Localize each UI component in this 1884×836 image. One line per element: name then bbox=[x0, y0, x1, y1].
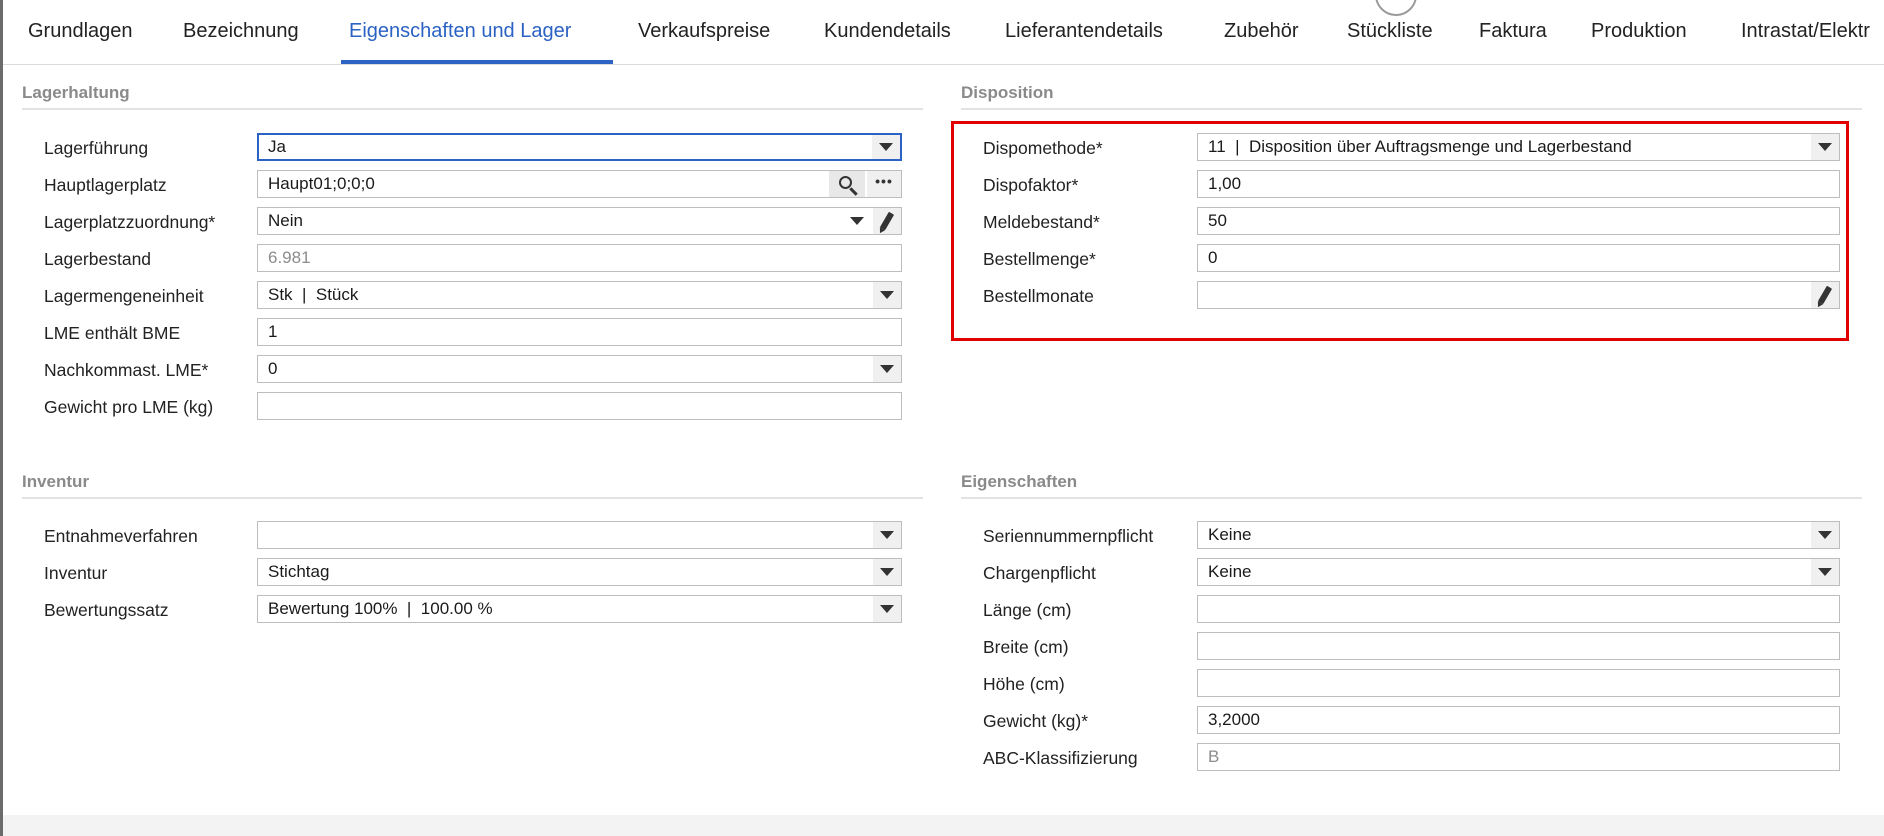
lagerplatzzuordnung-value: Nein bbox=[268, 211, 303, 230]
tab-lieferantendetails[interactable]: Lieferantendetails bbox=[1005, 20, 1163, 43]
lagerfuehrung-dropdown-button[interactable] bbox=[872, 135, 900, 159]
lagerfuehrung-select[interactable]: Ja bbox=[257, 133, 902, 161]
section-title-inventur: Inventur bbox=[22, 472, 90, 491]
breite-input[interactable] bbox=[1197, 632, 1840, 660]
abc-klassifizierung-field: B bbox=[1197, 743, 1840, 771]
lagerfuehrung-value: Ja bbox=[268, 137, 286, 156]
gewicht-pro-lme-input[interactable] bbox=[257, 392, 902, 420]
hoehe-input[interactable] bbox=[1197, 669, 1840, 697]
chargenpflicht-dropdown-button[interactable] bbox=[1811, 559, 1839, 585]
label-bewertungssatz: Bewertungssatz bbox=[44, 600, 169, 620]
label-lagerfuehrung: Lagerführung bbox=[44, 138, 149, 158]
section-rule bbox=[961, 108, 1862, 110]
chevron-down-icon bbox=[879, 143, 893, 151]
lme-enthaelt-bme-input[interactable]: 1 bbox=[257, 318, 902, 346]
label-lme-enthaelt-bme: LME enthält BME bbox=[44, 323, 181, 343]
nachkommast-lme-select[interactable]: 0 bbox=[257, 355, 902, 383]
section-rule bbox=[22, 497, 923, 499]
tab-produktion[interactable]: Produktion bbox=[1591, 20, 1687, 43]
bewertungssatz-select[interactable]: Bewertung 100% | 100.00 % bbox=[257, 595, 902, 623]
search-icon bbox=[838, 175, 852, 189]
chevron-down-icon bbox=[1818, 568, 1832, 576]
label-lagerbestand: Lagerbestand bbox=[44, 249, 152, 269]
nachkommast-lme-dropdown-button[interactable] bbox=[873, 356, 901, 382]
highlight-box bbox=[951, 121, 1849, 341]
pencil-icon bbox=[879, 211, 895, 231]
abc-klassifizierung-value: B bbox=[1208, 747, 1220, 766]
section-title-lagerhaltung: Lagerhaltung bbox=[22, 83, 130, 102]
chevron-down-icon bbox=[880, 605, 894, 613]
chargenpflicht-value: Keine bbox=[1208, 562, 1252, 581]
lagerbestand-field: 6.981 bbox=[257, 244, 902, 272]
window-frame-left bbox=[0, 0, 3, 836]
lagerplatzzuordnung-edit-button[interactable] bbox=[873, 208, 901, 234]
label-seriennummernpflicht: Seriennummernpflicht bbox=[983, 526, 1154, 546]
label-laenge: Länge (cm) bbox=[983, 600, 1072, 620]
gewicht-input[interactable]: 3,2000 bbox=[1197, 706, 1840, 734]
more-dots-icon: ••• bbox=[875, 173, 893, 189]
lagermengeneinheit-dropdown-button[interactable] bbox=[873, 282, 901, 308]
seriennummernpflicht-select[interactable]: Keine bbox=[1197, 521, 1840, 549]
tab-eigenschaften-und-lager[interactable]: Eigenschaften und Lager bbox=[349, 20, 571, 43]
laenge-input[interactable] bbox=[1197, 595, 1840, 623]
label-entnahmeverfahren: Entnahmeverfahren bbox=[44, 526, 198, 546]
gewicht-value: 3,2000 bbox=[1208, 710, 1260, 729]
tab-kundendetails[interactable]: Kundendetails bbox=[824, 20, 951, 43]
seriennummernpflicht-value: Keine bbox=[1208, 525, 1252, 544]
label-hoehe: Höhe (cm) bbox=[983, 674, 1065, 694]
inventur-select[interactable]: Stichtag bbox=[257, 558, 902, 586]
chevron-down-icon bbox=[880, 365, 894, 373]
label-breite: Breite (cm) bbox=[983, 637, 1069, 657]
tab-verkaufspreise[interactable]: Verkaufspreise bbox=[638, 20, 770, 43]
inventur-dropdown-button[interactable] bbox=[873, 559, 901, 585]
hauptlagerplatz-value: Haupt01;0;0;0 bbox=[268, 174, 375, 193]
tab-grundlagen[interactable]: Grundlagen bbox=[28, 20, 133, 43]
chevron-down-icon bbox=[880, 291, 894, 299]
tab-bezeichnung[interactable]: Bezeichnung bbox=[183, 20, 299, 43]
label-chargenpflicht: Chargenpflicht bbox=[983, 563, 1096, 583]
label-gewicht: Gewicht (kg)* bbox=[983, 711, 1089, 731]
lagerplatzzuordnung-dropdown-button[interactable] bbox=[843, 208, 871, 234]
label-hauptlagerplatz: Hauptlagerplatz bbox=[44, 175, 167, 195]
footer-bar bbox=[3, 815, 1884, 836]
section-title-eigenschaften: Eigenschaften bbox=[961, 472, 1078, 491]
search-button[interactable] bbox=[829, 171, 865, 197]
tab-faktura[interactable]: Faktura bbox=[1479, 20, 1547, 43]
hauptlagerplatz-field[interactable]: Haupt01;0;0;0 ••• bbox=[257, 170, 902, 198]
lagerbestand-value: 6.981 bbox=[268, 248, 311, 267]
entnahmeverfahren-dropdown-button[interactable] bbox=[873, 522, 901, 548]
chevron-down-icon bbox=[1818, 531, 1832, 539]
section-rule bbox=[961, 497, 1862, 499]
tab-stueckliste[interactable]: Stückliste bbox=[1347, 20, 1433, 43]
label-lagerplatzzuordnung: Lagerplatzzuordnung* bbox=[44, 212, 216, 232]
tab-bar: Grundlagen Bezeichnung Eigenschaften und… bbox=[6, 0, 1884, 64]
inventur-value: Stichtag bbox=[268, 562, 330, 581]
more-button[interactable]: ••• bbox=[867, 171, 901, 197]
section-rule bbox=[22, 108, 923, 110]
label-inventur: Inventur bbox=[44, 563, 108, 583]
tab-intrastat[interactable]: Intrastat/Elektr bbox=[1741, 20, 1870, 43]
section-title-disposition: Disposition bbox=[961, 83, 1054, 102]
bewertungssatz-dropdown-button[interactable] bbox=[873, 596, 901, 622]
lagermengeneinheit-value: Stk | Stück bbox=[268, 285, 359, 304]
label-nachkommast-lme: Nachkommast. LME* bbox=[44, 360, 209, 380]
label-abc-klassifizierung: ABC-Klassifizierung bbox=[983, 748, 1138, 768]
lme-enthaelt-bme-value: 1 bbox=[268, 322, 278, 341]
chevron-down-icon bbox=[880, 568, 894, 576]
lagermengeneinheit-select[interactable]: Stk | Stück bbox=[257, 281, 902, 309]
chevron-down-icon bbox=[850, 217, 864, 225]
lagerplatzzuordnung-select[interactable]: Nein bbox=[257, 207, 902, 235]
bewertungssatz-value: Bewertung 100% | 100.00 % bbox=[268, 599, 493, 618]
tab-zubehoer[interactable]: Zubehör bbox=[1224, 20, 1299, 43]
chargenpflicht-select[interactable]: Keine bbox=[1197, 558, 1840, 586]
seriennummernpflicht-dropdown-button[interactable] bbox=[1811, 522, 1839, 548]
label-gewicht-pro-lme: Gewicht pro LME (kg) bbox=[44, 397, 214, 417]
nachkommast-lme-value: 0 bbox=[268, 359, 278, 378]
entnahmeverfahren-select[interactable] bbox=[257, 521, 902, 549]
chevron-down-icon bbox=[880, 531, 894, 539]
label-lagermengeneinheit: Lagermengeneinheit bbox=[44, 286, 204, 306]
tab-bar-divider bbox=[3, 64, 1884, 65]
